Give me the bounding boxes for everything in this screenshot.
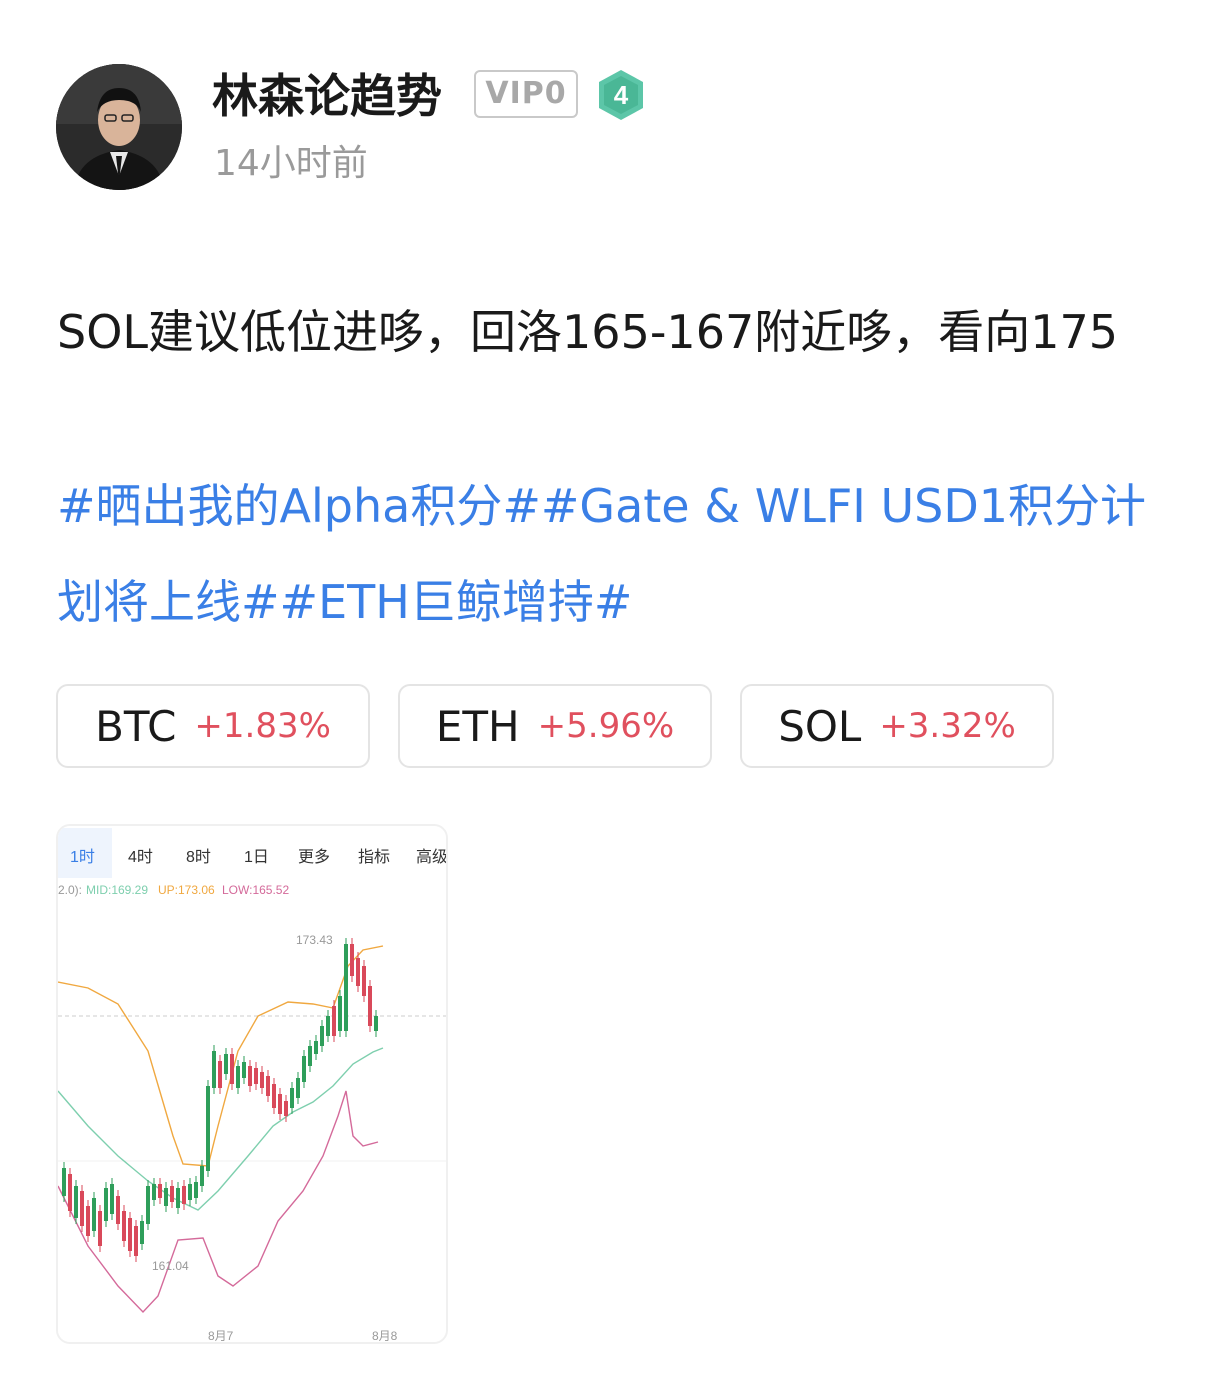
chart-tab[interactable]: 指标 (358, 848, 390, 866)
candle-body (68, 1174, 72, 1211)
post-hashtags[interactable]: #晒出我的Alpha积分##Gate & WLFI USD1积分计划将上线##E… (57, 458, 1177, 650)
candle-body (302, 1056, 306, 1082)
candle-body (122, 1211, 126, 1241)
ticker-symbol: ETH (435, 701, 520, 751)
candle-body (134, 1226, 138, 1256)
candle-body (332, 1006, 336, 1036)
candle-body (218, 1061, 222, 1088)
ticker-chip-btc[interactable]: BTC +1.83% (56, 684, 370, 768)
candle-body (200, 1166, 204, 1186)
ticker-change: +3.32% (879, 706, 1016, 746)
candle-body (98, 1211, 102, 1246)
candle-body (86, 1206, 90, 1236)
ticker-chip-sol[interactable]: SOL +3.32% (740, 684, 1054, 768)
candle-body (254, 1068, 258, 1084)
indicator-up: UP:173.06 (158, 883, 215, 897)
candle-body (284, 1101, 288, 1116)
candle-body (140, 1221, 144, 1244)
ticker-symbol: SOL (778, 701, 862, 751)
candle-body (158, 1184, 162, 1198)
chart-tab[interactable]: 1时 (70, 848, 95, 866)
candle-body (368, 986, 372, 1026)
author-name[interactable]: 林森论趋势 (212, 68, 442, 124)
candle-body (344, 944, 348, 1031)
candle-body (362, 966, 366, 996)
candle-body (236, 1066, 240, 1088)
post-timestamp: 14小时前 (214, 143, 368, 184)
candle-body (92, 1198, 96, 1231)
ticker-change: +1.83% (194, 706, 331, 746)
candle-body (176, 1188, 180, 1208)
candle-body (356, 958, 360, 986)
candle-body (116, 1196, 120, 1224)
candle-body (182, 1186, 186, 1204)
chart-tab[interactable]: 高级 (416, 848, 448, 866)
candle-body (350, 944, 354, 976)
candle-body (374, 1016, 378, 1031)
indicator-mid: MID:169.29 (86, 883, 148, 897)
candle-body (224, 1054, 228, 1074)
candle-body (338, 996, 342, 1031)
candle-body (62, 1168, 66, 1196)
candle-body (206, 1086, 210, 1171)
post-text: SOL建议低位进哆，回洛165-167附近哆，看向175 (57, 305, 1119, 359)
candle-body (80, 1191, 84, 1226)
candle-body (326, 1016, 330, 1036)
candle-body (128, 1218, 132, 1251)
candle-body (212, 1051, 216, 1088)
candle-body (74, 1186, 78, 1218)
ticker-symbol: BTC (95, 701, 177, 751)
chart-screenshot[interactable]: 1时 4时 8时 1日 更多 指标 高级 2.0): MID:169.29 UP… (56, 824, 448, 1344)
candle-body (266, 1076, 270, 1096)
indicator-prefix: 2.0): (58, 883, 82, 897)
candle-body (104, 1188, 108, 1221)
avatar[interactable] (56, 64, 182, 190)
ticker-chip-eth[interactable]: ETH +5.96% (398, 684, 712, 768)
chart-tab[interactable]: 1日 (244, 849, 269, 866)
level-badge-icon: 4 (596, 68, 646, 122)
candle-body (230, 1054, 234, 1084)
ticker-change: +5.96% (537, 706, 675, 746)
low-price-label: 161.04 (152, 1259, 189, 1273)
candle-body (110, 1184, 114, 1214)
x-axis-label: 8月8 (372, 1329, 398, 1343)
candle-body (152, 1184, 156, 1200)
candle-body (164, 1188, 168, 1206)
candle-body (272, 1084, 276, 1108)
candle-body (278, 1094, 282, 1114)
candle-body (188, 1184, 192, 1200)
candle-body (320, 1026, 324, 1046)
candle-body (290, 1088, 294, 1108)
candle-body (242, 1062, 246, 1078)
vip-badge: VIP0 (474, 70, 578, 118)
candle-body (296, 1078, 300, 1098)
candle-body (146, 1186, 150, 1224)
x-axis-label: 8月7 (208, 1329, 234, 1343)
candle-body (194, 1182, 198, 1198)
candle-body (248, 1066, 252, 1086)
candle-body (308, 1046, 312, 1066)
chart-tab[interactable]: 8时 (186, 848, 211, 866)
indicator-low: LOW:165.52 (222, 883, 289, 897)
high-price-label: 173.43 (296, 933, 333, 947)
chart-tab[interactable]: 4时 (128, 848, 153, 866)
level-number: 4 (614, 80, 629, 110)
candle-body (170, 1186, 174, 1202)
candle-body (260, 1072, 264, 1088)
candle-body (314, 1041, 318, 1054)
chart-tab[interactable]: 更多 (298, 848, 330, 866)
